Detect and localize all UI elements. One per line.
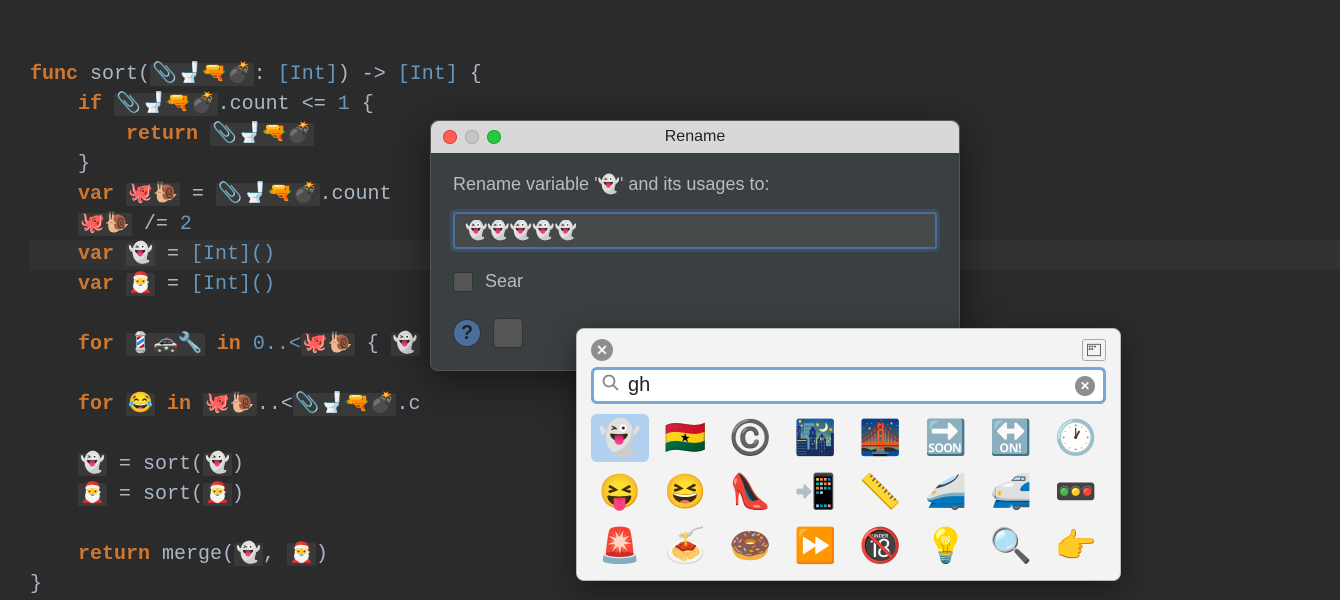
emoji-cell[interactable]: 🚥 <box>1047 468 1105 516</box>
num-one: 1 <box>338 93 350 116</box>
array-var: 📎🚽🔫💣 <box>114 93 218 116</box>
comma: , <box>263 543 275 566</box>
eq-op3: = <box>167 273 179 296</box>
picker-expand-button[interactable] <box>1082 339 1106 361</box>
rename-label-b: ' and its usages to: <box>620 174 770 194</box>
return-type: [Int] <box>398 63 458 86</box>
santa-var: 🎅 <box>126 273 155 296</box>
help-button[interactable]: ? <box>453 319 481 347</box>
array-var2: 📎🚽🔫💣 <box>216 183 320 206</box>
rename-label-a: Rename variable ' <box>453 174 598 194</box>
emoji-picker: ✕ ✕ 👻🇬🇭©️🌃🌉🔜🔛🕐 😝😆👠📲📏🚄🚅🚥 🚨🍝🍩⏩🔞💡🔍👉 <box>576 328 1121 581</box>
range2a: ..< <box>257 393 293 416</box>
emoji-search-field[interactable]: ✕ <box>591 367 1106 404</box>
emoji-cell[interactable]: 👉 <box>1047 522 1105 570</box>
titlebar[interactable]: Rename <box>431 121 959 153</box>
window-title: Rename <box>431 128 959 146</box>
div-op: /= <box>144 213 168 236</box>
emoji-cell[interactable]: 🇬🇭 <box>656 414 714 462</box>
emoji-cell[interactable]: 🔍 <box>982 522 1040 570</box>
num-two: 2 <box>180 213 192 236</box>
search-icon <box>602 374 620 397</box>
keyword-if: if <box>78 93 102 116</box>
mid-var: 🐙🐌 <box>126 183 180 206</box>
santa-arg: 🎅 <box>203 483 232 506</box>
search-label: Sear <box>485 271 523 292</box>
eq-op: = <box>192 183 204 206</box>
keyword-var: var <box>78 183 114 206</box>
keyword-return2: return <box>78 543 150 566</box>
emoji-cell[interactable]: 🚅 <box>982 468 1040 516</box>
emoji-cell[interactable]: 😆 <box>656 468 714 516</box>
keyword-var2: var <box>78 243 114 266</box>
keyword-in2: in <box>167 393 191 416</box>
emoji-cell[interactable]: ©️ <box>721 414 779 462</box>
keyword-return: return <box>126 123 198 146</box>
emoji-cell[interactable]: 🚄 <box>917 468 975 516</box>
param-type: [Int] <box>278 63 338 86</box>
rename-label: Rename variable '👻' and its usages to: <box>453 171 937 198</box>
keyword-in: in <box>217 333 241 356</box>
ghost-arg: 👻 <box>203 453 232 476</box>
merge-santa: 🎅 <box>287 543 316 566</box>
loop1-var: 💈🚓🔧 <box>126 333 205 356</box>
int-init2: [Int]() <box>191 273 275 296</box>
rename-label-var: 👻 <box>598 174 620 194</box>
emoji-cell[interactable]: 🍝 <box>656 522 714 570</box>
int-init: [Int]() <box>191 243 275 266</box>
return-val: 📎🚽🔫💣 <box>210 123 314 146</box>
emoji-cell[interactable]: 👻 <box>591 414 649 462</box>
emoji-grid: 👻🇬🇭©️🌃🌉🔜🔛🕐 😝😆👠📲📏🚄🚅🚥 🚨🍝🍩⏩🔞💡🔍👉 <box>577 414 1120 570</box>
emoji-cell[interactable]: 🔜 <box>917 414 975 462</box>
emoji-cell[interactable]: 📏 <box>852 468 910 516</box>
emoji-cell[interactable]: ⏩ <box>786 522 844 570</box>
rename-input[interactable] <box>453 212 937 249</box>
picker-close-button[interactable]: ✕ <box>591 339 613 361</box>
emoji-cell[interactable]: 👠 <box>721 468 779 516</box>
sort-call2: sort <box>143 483 191 506</box>
clear-search-button[interactable]: ✕ <box>1075 376 1095 396</box>
emoji-cell[interactable]: 🌉 <box>852 414 910 462</box>
count-prop: .count <box>218 93 290 116</box>
mid-var4: 🐙🐌 <box>203 393 257 416</box>
sort-call1: sort <box>143 453 191 476</box>
emoji-search-input[interactable] <box>628 374 1067 397</box>
mid-var3: 🐙🐌 <box>301 333 355 356</box>
emoji-cell[interactable]: 📲 <box>786 468 844 516</box>
ghost-var: 👻 <box>126 243 155 266</box>
arr-var3: 📎🚽🔫💣 <box>293 393 397 416</box>
search-checkbox[interactable] <box>453 272 473 292</box>
emoji-cell[interactable]: 😝 <box>591 468 649 516</box>
santa-assign: 🎅 <box>78 483 107 506</box>
emoji-cell[interactable]: 💡 <box>917 522 975 570</box>
le-op: <= <box>302 93 326 116</box>
dialog-button[interactable] <box>493 318 523 348</box>
merge-ghost: 👻 <box>234 543 263 566</box>
count-prop2: .count <box>320 183 392 206</box>
emoji-cell[interactable]: 🍩 <box>721 522 779 570</box>
ghost-frag: 👻 <box>391 333 420 356</box>
mid-var2: 🐙🐌 <box>78 213 132 236</box>
function-name: sort <box>90 63 138 86</box>
ghost-assign: 👻 <box>78 453 107 476</box>
merge-call: merge <box>162 543 222 566</box>
emoji-cell[interactable]: 🌃 <box>786 414 844 462</box>
emoji-cell[interactable]: 🔞 <box>852 522 910 570</box>
emoji-cell[interactable]: 🚨 <box>591 522 649 570</box>
emoji-cell[interactable]: 🔛 <box>982 414 1040 462</box>
emoji-cell[interactable]: 🕐 <box>1047 414 1105 462</box>
dot-c: .c <box>396 393 420 416</box>
loop2-var: 😂 <box>126 393 155 416</box>
range1: 0..< <box>253 333 301 356</box>
keyword-for2: for <box>78 393 114 416</box>
eq-op2: = <box>167 243 179 266</box>
param-name-emoji: 📎🚽🔫💣 <box>150 63 254 86</box>
keyword-for: for <box>78 333 114 356</box>
keyword-func: func <box>30 63 78 86</box>
keyword-var3: var <box>78 273 114 296</box>
